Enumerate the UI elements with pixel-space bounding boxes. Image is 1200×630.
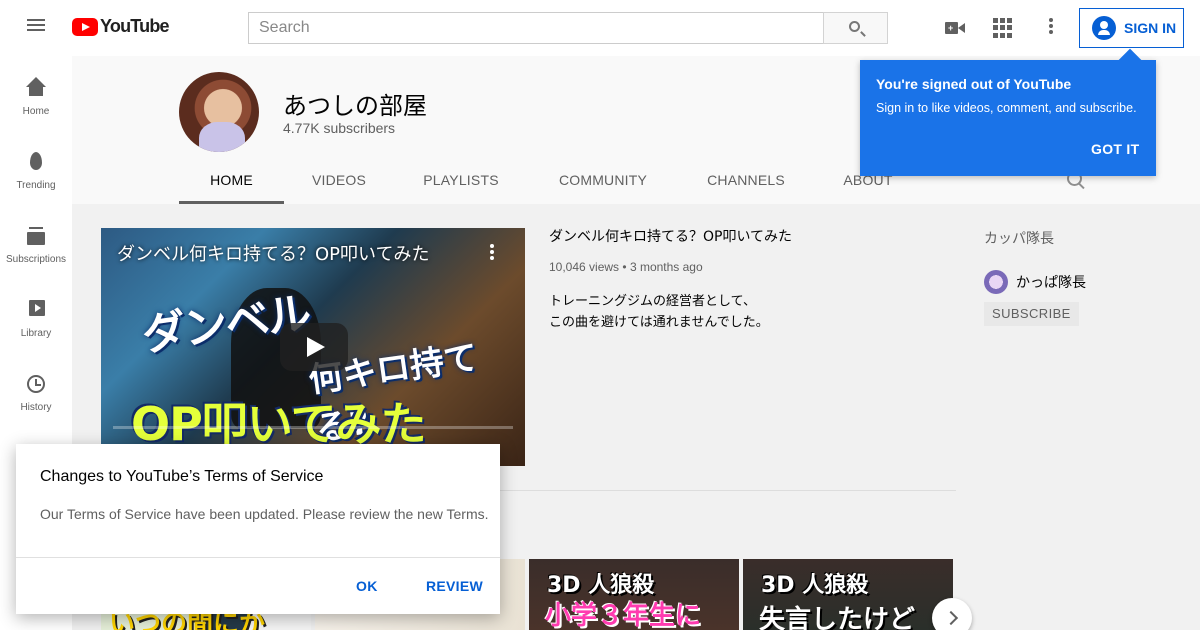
callout-body: Sign in to like videos, comment, and sub… (876, 101, 1137, 115)
ok-button[interactable]: OK (356, 578, 378, 594)
sidebar-item-label: Library (20, 328, 52, 339)
video-title[interactable]: ダンベル何キロ持てる？OP叩いてみた (549, 228, 949, 246)
apps-icon[interactable] (991, 16, 1015, 40)
shelf-video-thumbnail[interactable]: 3D 人狼殺 小学３年生に (529, 559, 739, 630)
featured-channel-name: かっぱ隊長 (1016, 275, 1086, 291)
dialog-title: Changes to YouTube’s Terms of Service (40, 468, 324, 485)
sidebar-item-label: Home (22, 106, 50, 117)
top-bar: YouTube Search + SIGN IN (0, 0, 1200, 56)
sign-in-button[interactable]: SIGN IN (1079, 8, 1184, 48)
create-video-icon[interactable]: + (943, 16, 967, 40)
tab-videos[interactable]: VIDEOS (299, 164, 379, 204)
search-icon (849, 21, 860, 32)
thumbnail-text: 失言したけど (759, 605, 916, 630)
tab-home[interactable]: HOME (179, 164, 284, 204)
separator-dot: • (622, 260, 630, 274)
dialog-body: Our Terms of Service have been updated. … (40, 506, 489, 522)
subscribe-button[interactable]: SUBSCRIBE (984, 302, 1079, 326)
video-stats: 10,046 views • 3 months ago (549, 260, 949, 274)
sidebar-item-history[interactable]: History (0, 352, 72, 426)
thumbnail-text: 3D 人狼殺 (761, 573, 869, 598)
sidebar-item-subscriptions[interactable]: Subscriptions (0, 204, 72, 278)
description-line: トレーニングジムの経営者として、 (549, 294, 756, 309)
channel-avatar (179, 72, 259, 152)
home-icon (24, 76, 48, 100)
featured-channels-heading: カッパ隊長 (984, 231, 1054, 247)
dialog-divider (16, 557, 500, 558)
play-icon[interactable] (280, 323, 348, 371)
view-count: 10,046 views (549, 260, 620, 274)
search-input[interactable]: Search (248, 12, 824, 44)
tab-channels[interactable]: CHANNELS (695, 164, 797, 204)
sidebar-item-library[interactable]: Library (0, 278, 72, 352)
sidebar-item-home[interactable]: Home (0, 56, 72, 130)
youtube-play-icon (72, 17, 98, 36)
signed-out-callout: You're signed out of YouTube Sign in to … (860, 60, 1156, 176)
description-line: この曲を避けては通れませんでした。 (549, 315, 769, 330)
fire-icon (24, 150, 48, 174)
tab-playlists[interactable]: PLAYLISTS (411, 164, 511, 204)
video-more-icon[interactable] (489, 242, 495, 262)
video-description: トレーニングジムの経営者として、 この曲を避けては通れませんでした。 (549, 291, 949, 333)
sidebar-item-trending[interactable]: Trending (0, 130, 72, 204)
channel-name: あつしの部屋 (283, 92, 427, 120)
shelf-next-icon[interactable] (932, 598, 972, 630)
callout-title: You're signed out of YouTube (876, 76, 1072, 92)
account-icon (1092, 16, 1116, 40)
menu-icon[interactable] (24, 16, 48, 40)
terms-dialog: Changes to YouTube’s Terms of Service Ou… (16, 444, 500, 614)
sidebar-item-label: Subscriptions (5, 254, 67, 265)
avatar (984, 270, 1008, 294)
review-button[interactable]: REVIEW (426, 578, 483, 594)
search-button[interactable] (823, 12, 888, 44)
settings-more-icon[interactable] (1039, 16, 1063, 40)
progress-bar[interactable] (113, 426, 513, 429)
sidebar-item-label: Trending (16, 180, 56, 191)
thumbnail-text: 小学３年生に (545, 601, 702, 630)
shelf-video-thumbnail[interactable]: 3D 人狼殺 失言したけど (743, 559, 953, 630)
tab-community[interactable]: COMMUNITY (547, 164, 659, 204)
featured-video-player[interactable]: ダンベル 何キロ持てる? OP叩いてみた ダンベル何キロ持てる？OP叩いてみた (101, 228, 525, 466)
sidebar-item-label: History (20, 402, 52, 413)
featured-channel-link[interactable]: かっぱ隊長 (984, 270, 1086, 294)
library-icon (24, 298, 48, 322)
player-overlay-title[interactable]: ダンベル何キロ持てる？OP叩いてみた (117, 240, 429, 266)
subscriber-count: 4.77K subscribers (283, 120, 396, 136)
youtube-logo[interactable]: YouTube (72, 16, 170, 37)
subscriptions-icon (24, 224, 48, 248)
history-icon (24, 372, 48, 396)
featured-channels: カッパ隊長 かっぱ隊長 SUBSCRIBE (984, 228, 1184, 326)
logo-text: YouTube (100, 16, 170, 36)
got-it-button[interactable]: GOT IT (1091, 141, 1139, 157)
featured-video-meta: ダンベル何キロ持てる？OP叩いてみた 10,046 views • 3 mont… (549, 228, 949, 333)
upload-age: 3 months ago (629, 260, 703, 274)
sign-in-label: SIGN IN (1124, 20, 1177, 36)
